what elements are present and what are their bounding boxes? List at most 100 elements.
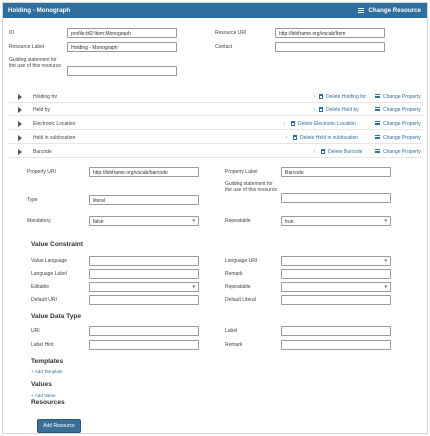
delete-label: Delete Holding for (326, 94, 367, 100)
resource-panel: Holding - Monograph Change Resource ID p… (2, 2, 428, 434)
default-uri-input[interactable] (89, 295, 199, 305)
mandatory-select[interactable]: false (89, 216, 199, 226)
delete-label: Delete Barcode (328, 149, 363, 155)
resource-uri-label: Resource URI (215, 30, 247, 36)
move-up-icon[interactable]: ↑ (313, 107, 316, 113)
property-uri-input[interactable]: http://bibframe.org/vocab/barcode (89, 167, 199, 177)
vc-repeatable-label: Repeatable (225, 284, 251, 290)
panel-header: Holding - Monograph Change Resource (3, 3, 427, 18)
delete-held-in-sublocation-button[interactable]: Delete Held in sublocation (293, 135, 358, 141)
menu-bars-icon (375, 135, 380, 139)
property-row-held-by[interactable]: Held by ↑ Delete Held by Change Property (9, 105, 423, 116)
move-up-icon[interactable]: ↑ (313, 149, 316, 155)
value-data-type-heading: Value Data Type (31, 313, 82, 320)
change-property-button[interactable]: Change Property (375, 149, 421, 155)
menu-bars-icon (375, 121, 380, 125)
delete-label: Delete Held by (326, 107, 359, 113)
change-property-label: Change Property (383, 107, 421, 113)
add-template-link[interactable]: + Add Template (31, 369, 63, 374)
property-uri-label: Property URI (27, 169, 56, 175)
property-row-holding-for[interactable]: Holding for ↑ Delete Holding for Change … (9, 92, 423, 103)
property-row-held-in-sublocation[interactable]: Held in sublocation ↑ Delete Held in sub… (9, 133, 423, 144)
editable-label: Editable (31, 284, 50, 290)
expand-icon[interactable] (18, 135, 22, 141)
values-heading: Values (31, 381, 52, 388)
repeatable-select[interactable]: true (281, 216, 391, 226)
contact-input[interactable] (275, 42, 385, 52)
change-property-button[interactable]: Change Property (375, 107, 421, 113)
editable-select[interactable] (89, 282, 199, 292)
guiding-statement-input[interactable] (67, 66, 177, 76)
expand-icon[interactable] (18, 94, 22, 100)
vc-repeatable-select[interactable] (281, 282, 391, 292)
type-label: Type (27, 197, 38, 203)
vdt-label-hint-label: Label Hint (31, 342, 54, 348)
vdt-remark-label: Remark (225, 342, 243, 348)
vdt-remark-input[interactable] (281, 340, 391, 350)
vdt-uri-input[interactable] (89, 326, 199, 336)
property-guiding-label: Guiding statement for the use of this re… (225, 181, 277, 193)
trash-icon (293, 135, 297, 140)
move-up-icon[interactable]: ↑ (313, 94, 316, 100)
expand-icon[interactable] (18, 107, 22, 113)
remark-label: Remark (225, 271, 243, 277)
add-resource-button[interactable]: Add Resource (37, 419, 81, 433)
change-property-label: Change Property (383, 149, 421, 155)
vdt-label-hint-input[interactable] (89, 340, 199, 350)
delete-label: Delete Electronic Location (298, 121, 357, 127)
property-label-label: Property Label (225, 169, 258, 175)
change-property-label: Change Property (383, 121, 421, 127)
property-name: Barcode (33, 149, 52, 155)
language-label-input[interactable] (89, 269, 199, 279)
id-input[interactable]: profile:bf2:Item:Monograph (67, 28, 177, 38)
id-label: ID (9, 30, 14, 36)
add-value-link[interactable]: + Add Value (31, 393, 56, 398)
default-literal-label: Default Literal (225, 297, 256, 303)
trash-icon (319, 107, 323, 112)
delete-held-by-button[interactable]: Delete Held by (319, 107, 359, 113)
value-language-input[interactable] (89, 256, 199, 266)
move-up-icon[interactable]: ↑ (285, 135, 288, 141)
vdt-label-input[interactable] (281, 326, 391, 336)
panel-title: Holding - Monograph (8, 7, 71, 14)
expand-icon[interactable] (18, 149, 22, 155)
templates-heading: Templates (31, 358, 64, 365)
change-property-button[interactable]: Change Property (375, 94, 421, 100)
resource-label-input[interactable]: Holding - Monograph (67, 42, 177, 52)
delete-electronic-location-button[interactable]: Delete Electronic Location (291, 121, 356, 127)
change-resource-button[interactable]: Change Resource (358, 7, 421, 14)
property-label-input[interactable]: Barcode (281, 167, 391, 177)
language-uri-select[interactable] (281, 256, 391, 266)
property-name: Electronic Location (33, 121, 76, 127)
property-row-electronic-location[interactable]: Electronic Location ↑ Delete Electronic … (9, 119, 423, 130)
contact-label: Contact (215, 44, 233, 50)
language-label-label: Language Label (31, 271, 67, 277)
remark-input[interactable] (281, 269, 391, 279)
repeatable-label: Repeatable (225, 218, 251, 224)
resources-heading: Resources (31, 399, 65, 406)
delete-barcode-button[interactable]: Delete Barcode (321, 149, 362, 155)
trash-icon (319, 94, 323, 99)
move-up-icon[interactable]: ↑ (283, 121, 286, 127)
change-resource-label: Change Resource (368, 6, 421, 14)
expand-icon[interactable] (18, 121, 22, 127)
delete-holding-for-button[interactable]: Delete Holding for (319, 94, 366, 100)
value-constraint-heading: Value Constraint (31, 241, 84, 248)
mandatory-label: Mandatory (27, 218, 51, 224)
menu-bars-icon (375, 94, 380, 98)
change-property-label: Change Property (383, 135, 421, 141)
property-name: Held in sublocation (33, 135, 76, 141)
change-property-label: Change Property (383, 94, 421, 100)
default-literal-input[interactable] (281, 295, 391, 305)
delete-label: Delete Held in sublocation (300, 135, 359, 141)
value-language-label: Value Language (31, 258, 68, 264)
property-guiding-input[interactable] (281, 193, 391, 203)
trash-icon (291, 121, 295, 126)
menu-bars-icon (358, 7, 365, 13)
property-row-barcode[interactable]: Barcode ↑ Delete Barcode Change Property (9, 147, 423, 158)
property-name: Held by (33, 107, 50, 113)
resource-uri-input[interactable]: http://bibframe.org/vocab/Item (275, 28, 385, 38)
type-input[interactable]: literal (89, 195, 199, 205)
change-property-button[interactable]: Change Property (375, 121, 421, 127)
change-property-button[interactable]: Change Property (375, 135, 421, 141)
